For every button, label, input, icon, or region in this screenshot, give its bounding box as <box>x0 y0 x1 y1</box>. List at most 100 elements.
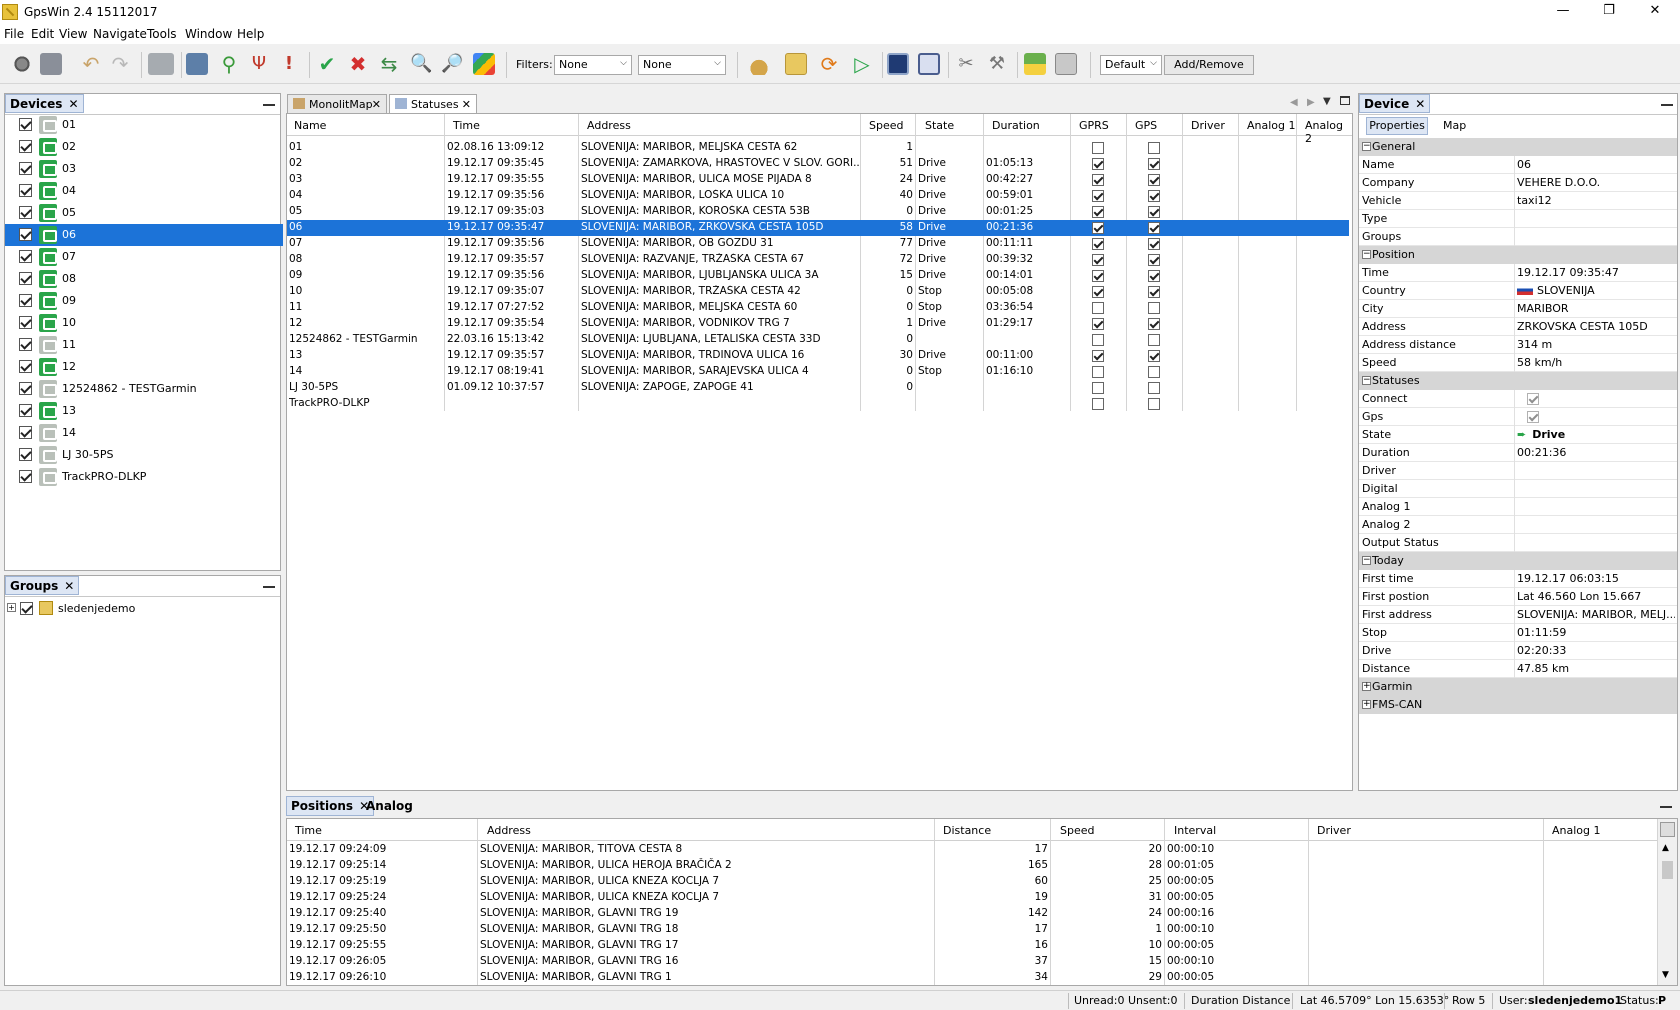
undo-icon[interactable]: ↶ <box>80 53 102 75</box>
close-icon[interactable]: ✕ <box>462 98 471 111</box>
property-row[interactable]: First address SLOVENIJA: MARIBOR, MELJ... <box>1359 606 1677 624</box>
device-row[interactable]: 04 <box>5 180 283 202</box>
property-row[interactable]: Company VEHERE D.O.O. <box>1359 174 1677 192</box>
property-row[interactable]: City MARIBOR <box>1359 300 1677 318</box>
device-row[interactable]: 12524862 - TESTGarmin <box>5 378 283 400</box>
col-time[interactable]: Time <box>453 119 480 132</box>
pin-icon[interactable]: ⚲ <box>218 53 240 75</box>
device-row[interactable]: 02 <box>5 136 283 158</box>
status-row[interactable]: 07 19.12.17 09:35:56 SLOVENIJA: MARIBOR, O… <box>287 236 1349 252</box>
device-checkbox[interactable] <box>19 404 32 417</box>
property-row[interactable]: Analog 1 <box>1359 498 1677 516</box>
col-address[interactable]: Address <box>587 119 631 132</box>
section-today[interactable]: − Today <box>1359 552 1677 570</box>
property-row[interactable]: First time 19.12.17 06:03:15 <box>1359 570 1677 588</box>
export-icon[interactable] <box>1660 822 1675 837</box>
position-row[interactable]: 19.12.17 09:26:05 SLOVENIJA: MARIBOR, GLA… <box>287 954 1657 970</box>
positions-tab[interactable]: Positions ✕ <box>286 796 375 816</box>
section-fms-can[interactable]: + FMS-CAN <box>1359 696 1677 714</box>
position-row[interactable]: 19.12.17 09:25:19 SLOVENIJA: MARIBOR, ULI… <box>287 874 1657 890</box>
device-row[interactable]: 01 <box>5 114 283 136</box>
device-checkbox[interactable] <box>19 470 32 483</box>
col-gps[interactable]: GPS <box>1135 119 1157 132</box>
property-row[interactable]: Address ZRKOVSKA CESTA 105D <box>1359 318 1677 336</box>
close-icon[interactable]: ✕ <box>372 98 381 111</box>
antenna-icon[interactable]: Ψ <box>248 53 270 75</box>
gprs-checkbox[interactable] <box>1092 238 1104 250</box>
expand-icon[interactable]: + <box>1362 682 1371 691</box>
gprs-checkbox[interactable] <box>1092 302 1104 314</box>
pcol-time[interactable]: Time <box>295 824 322 837</box>
gprs-checkbox[interactable] <box>1092 318 1104 330</box>
calendar-icon[interactable] <box>918 53 940 75</box>
gps-checkbox[interactable] <box>1148 190 1160 202</box>
property-row[interactable]: Analog 2 <box>1359 516 1677 534</box>
gprs-checkbox[interactable] <box>1092 190 1104 202</box>
menu-window[interactable]: Window <box>185 27 232 41</box>
doc-tab-monolitmap[interactable]: MonolitMap ✕ <box>287 94 387 114</box>
gprs-checkbox[interactable] <box>1092 222 1104 234</box>
property-row[interactable]: Drive 02:20:33 <box>1359 642 1677 660</box>
power-icon[interactable] <box>11 53 33 75</box>
close-icon[interactable]: ✕ <box>68 97 78 111</box>
expand-icon[interactable]: + <box>7 603 16 612</box>
pcol-address[interactable]: Address <box>487 824 531 837</box>
hammer-icon[interactable]: ⚒ <box>986 53 1008 75</box>
property-row[interactable]: Name 06 <box>1359 156 1677 174</box>
scroll-up-icon[interactable]: ▲ <box>1662 843 1669 853</box>
device-add-icon[interactable] <box>1055 53 1077 75</box>
minimize-panel-icon[interactable] <box>263 104 275 106</box>
close-icon[interactable]: ✕ <box>64 579 74 593</box>
minimize-panel-icon[interactable] <box>1661 104 1673 106</box>
device-checkbox[interactable] <box>19 426 32 439</box>
property-row[interactable]: Groups <box>1359 228 1677 246</box>
menu-file[interactable]: File <box>4 27 24 41</box>
filter-select-1[interactable]: None ⌵ <box>554 55 632 75</box>
status-row[interactable]: TrackPRO-DLKP <box>287 396 1349 412</box>
minimize-panel-icon[interactable] <box>1660 806 1672 808</box>
menu-help[interactable]: Help <box>237 27 264 41</box>
filter-select-2[interactable]: None ⌵ <box>638 55 726 75</box>
scroll-thumb[interactable] <box>1662 861 1673 879</box>
property-row[interactable]: Gps <box>1359 408 1677 426</box>
bell-icon[interactable] <box>748 53 770 75</box>
property-row[interactable]: Connect <box>1359 390 1677 408</box>
device-row[interactable]: 08 <box>5 268 283 290</box>
property-row[interactable]: Speed 58 km/h <box>1359 354 1677 372</box>
new-folder-icon[interactable] <box>785 53 807 75</box>
device-checkbox[interactable] <box>19 272 32 285</box>
device-row[interactable]: 14 <box>5 422 283 444</box>
tools-icon[interactable]: ✂ <box>955 53 977 75</box>
expand-icon[interactable]: + <box>1362 700 1371 709</box>
close-icon[interactable]: ✕ <box>1415 97 1425 111</box>
gprs-checkbox[interactable] <box>1092 206 1104 218</box>
minimize-panel-icon[interactable] <box>263 586 275 588</box>
status-row[interactable]: 13 19.12.17 09:35:57 SLOVENIJA: MARIBOR, T… <box>287 348 1349 364</box>
swap-icon[interactable]: ⇆ <box>378 53 400 75</box>
gprs-checkbox[interactable] <box>1092 254 1104 266</box>
folder-icon[interactable] <box>186 53 208 75</box>
col-duration[interactable]: Duration <box>992 119 1040 132</box>
status-row[interactable]: 02 19.12.17 09:35:45 SLOVENIJA: ZAMARKOVA,… <box>287 156 1349 172</box>
groups-tab[interactable]: Groups ✕ <box>5 576 80 595</box>
position-row[interactable]: 19.12.17 09:24:09 SLOVENIJA: MARIBOR, TIT… <box>287 842 1657 858</box>
status-row[interactable]: 09 19.12.17 09:35:56 SLOVENIJA: MARIBOR, L… <box>287 268 1349 284</box>
collapse-icon[interactable]: − <box>1362 376 1371 385</box>
gps-checkbox[interactable] <box>1148 366 1160 378</box>
device-row[interactable]: 09 <box>5 290 283 312</box>
truck-icon[interactable] <box>148 53 174 75</box>
gprs-checkbox[interactable] <box>1092 270 1104 282</box>
minimize-button[interactable]: — <box>1540 0 1586 24</box>
windows-icon[interactable] <box>40 53 62 75</box>
menu-edit[interactable]: Edit <box>31 27 54 41</box>
alert-icon[interactable]: ! <box>278 53 300 75</box>
device-checkbox[interactable] <box>19 338 32 351</box>
scroll-down-icon[interactable]: ▼ <box>1662 970 1669 980</box>
maximize-button[interactable]: ❐ <box>1586 0 1632 24</box>
tab-scroll-right-icon[interactable]: ▶ <box>1307 97 1315 108</box>
property-row[interactable]: Distance 47.85 km <box>1359 660 1677 678</box>
section-position[interactable]: − Position <box>1359 246 1677 264</box>
positions-scrollbar[interactable]: ▲ ▼ <box>1657 819 1677 985</box>
pcol-distance[interactable]: Distance <box>943 824 991 837</box>
status-row[interactable]: 01 02.08.16 13:09:12 SLOVENIJA: MARIBOR, M… <box>287 140 1349 156</box>
